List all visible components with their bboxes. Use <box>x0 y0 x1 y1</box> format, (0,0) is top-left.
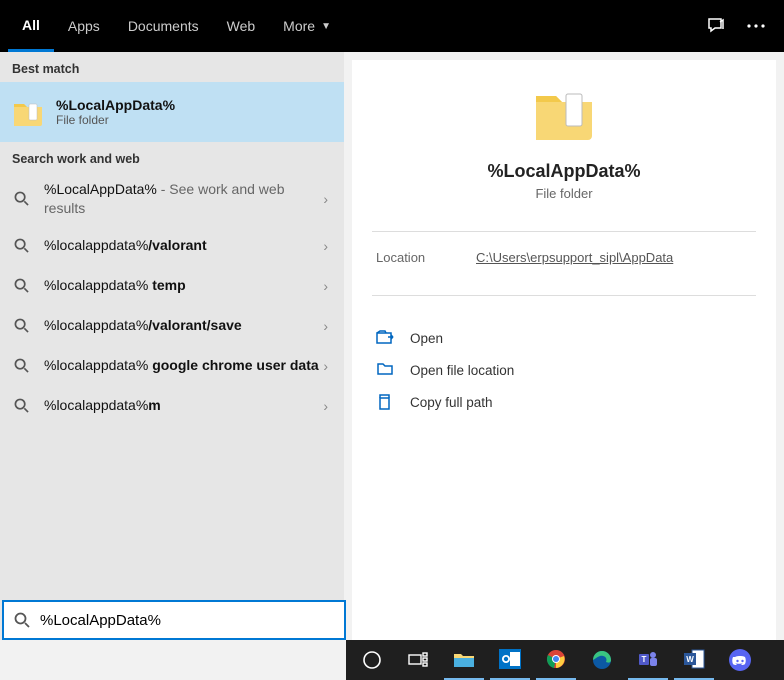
action-copy-path-label: Copy full path <box>410 395 493 410</box>
taskbar-word[interactable]: W <box>674 640 714 680</box>
tab-more-label: More <box>283 18 315 34</box>
search-icon <box>4 612 40 628</box>
search-result[interactable]: %localappdata%/valorant› <box>0 226 344 266</box>
action-open[interactable]: Open <box>376 322 752 354</box>
location-link[interactable]: C:\Users\erpsupport_sipl\AppData <box>476 250 673 265</box>
best-match-subtitle: File folder <box>56 113 175 127</box>
copy-icon <box>376 394 396 410</box>
taskbar-explorer[interactable] <box>444 640 484 680</box>
preview-panel: %LocalAppData% File folder Location C:\U… <box>352 60 776 640</box>
chevron-right-icon[interactable]: › <box>319 191 332 207</box>
search-result[interactable]: %localappdata%m› <box>0 386 344 426</box>
taskbar: T W <box>346 640 784 680</box>
section-best-match: Best match <box>0 52 344 82</box>
best-match-result[interactable]: %LocalAppData% File folder <box>0 82 344 142</box>
taskbar-chrome[interactable] <box>536 640 576 680</box>
result-text: %localappdata%/valorant/save <box>44 316 319 335</box>
chevron-right-icon[interactable]: › <box>319 238 332 254</box>
taskbar-edge[interactable] <box>582 640 622 680</box>
action-open-label: Open <box>410 331 443 346</box>
search-input[interactable] <box>40 602 344 638</box>
taskbar-cortana[interactable] <box>352 640 392 680</box>
tab-more[interactable]: More ▼ <box>269 0 345 52</box>
search-box[interactable] <box>2 600 346 640</box>
taskbar-outlook[interactable] <box>490 640 530 680</box>
search-icon <box>12 277 30 295</box>
preview-title: %LocalAppData% <box>352 161 776 182</box>
tab-all[interactable]: All <box>8 0 54 52</box>
chevron-right-icon[interactable]: › <box>319 278 332 294</box>
search-filter-tabs: All Apps Documents Web More ▼ <box>0 0 784 52</box>
chevron-right-icon[interactable]: › <box>319 318 332 334</box>
result-text: %localappdata%/valorant <box>44 236 319 255</box>
open-icon <box>376 330 396 346</box>
chevron-right-icon[interactable]: › <box>319 398 332 414</box>
folder-icon <box>12 98 44 126</box>
chevron-right-icon[interactable]: › <box>319 358 332 374</box>
folder-open-icon <box>376 362 396 378</box>
action-copy-path[interactable]: Copy full path <box>376 386 752 418</box>
search-result[interactable]: %LocalAppData% - See work and web result… <box>0 172 344 226</box>
taskbar-discord[interactable] <box>720 640 760 680</box>
action-open-location[interactable]: Open file location <box>376 354 752 386</box>
tab-apps[interactable]: Apps <box>54 0 114 52</box>
search-icon <box>12 357 30 375</box>
action-open-location-label: Open file location <box>410 363 514 378</box>
search-result[interactable]: %localappdata%/valorant/save› <box>0 306 344 346</box>
section-search-work-web: Search work and web <box>0 142 344 172</box>
search-result[interactable]: %localappdata% temp› <box>0 266 344 306</box>
result-text: %localappdata%m <box>44 396 319 415</box>
tab-web[interactable]: Web <box>213 0 270 52</box>
results-panel: Best match %LocalAppData% File folder Se… <box>0 52 344 640</box>
search-result[interactable]: %localappdata% google chrome user data› <box>0 346 344 386</box>
result-text: %localappdata% google chrome user data <box>44 356 319 375</box>
svg-text:T: T <box>642 655 647 664</box>
taskbar-task-view[interactable] <box>398 640 438 680</box>
search-icon <box>12 190 30 208</box>
search-icon <box>12 317 30 335</box>
folder-icon <box>532 84 596 140</box>
search-icon <box>12 237 30 255</box>
taskbar-teams[interactable]: T <box>628 640 668 680</box>
feedback-icon[interactable] <box>696 6 736 46</box>
preview-subtitle: File folder <box>352 186 776 201</box>
result-text: %LocalAppData% - See work and web result… <box>44 180 319 218</box>
search-icon <box>12 397 30 415</box>
location-label: Location <box>376 250 476 265</box>
tab-documents[interactable]: Documents <box>114 0 213 52</box>
result-text: %localappdata% temp <box>44 276 319 295</box>
more-options-icon[interactable] <box>736 6 776 46</box>
chevron-down-icon: ▼ <box>321 21 331 32</box>
best-match-title: %LocalAppData% <box>56 97 175 113</box>
svg-text:W: W <box>686 655 694 664</box>
